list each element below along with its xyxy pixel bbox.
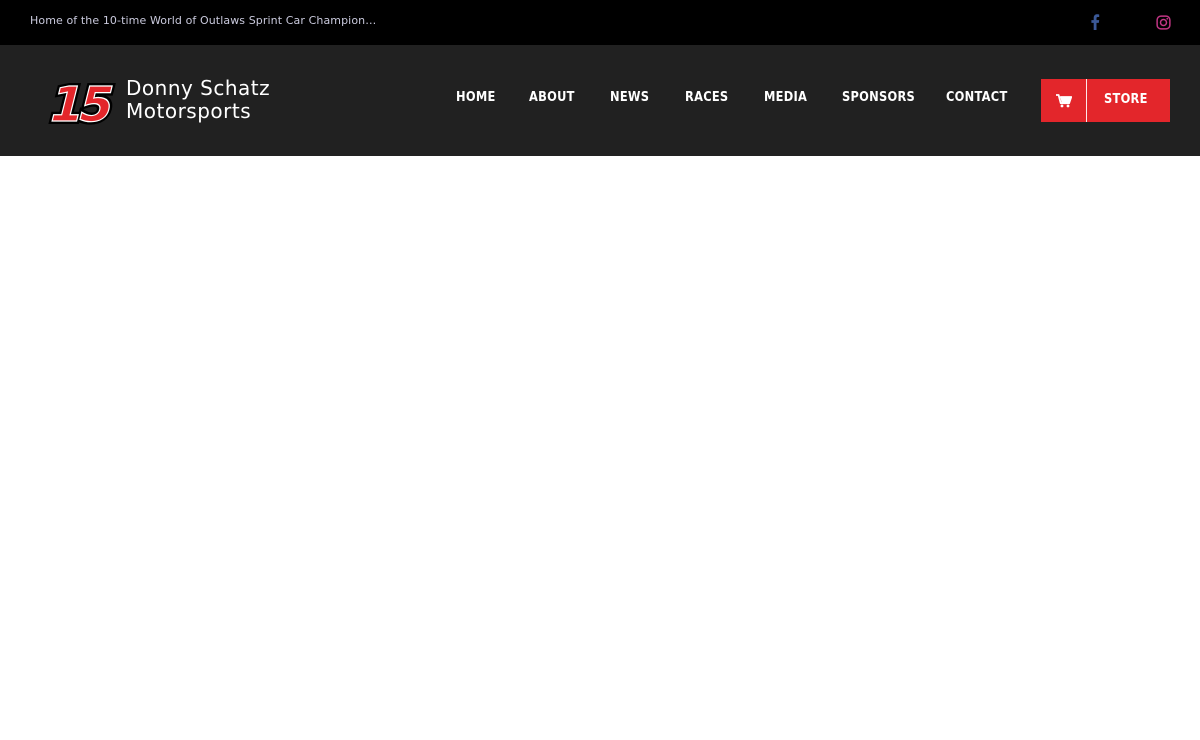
main-nav: HOME ABOUT NEWS RACES MEDIA SPONSORS CON… — [0, 90, 1200, 111]
instagram-icon — [1155, 14, 1171, 30]
nav-contact[interactable]: CONTACT — [946, 90, 1008, 105]
instagram-link[interactable] — [1154, 13, 1172, 31]
nav-about[interactable]: ABOUT — [529, 90, 575, 105]
store-icon-wrapper — [1041, 79, 1087, 122]
site-tagline: Home of the 10-time World of Outlaws Spr… — [30, 14, 377, 27]
cart-icon — [1055, 93, 1072, 107]
facebook-icon — [1091, 14, 1100, 30]
nav-media[interactable]: MEDIA — [764, 90, 807, 105]
nav-sponsors[interactable]: SPONSORS — [842, 90, 915, 105]
store-label: STORE — [1104, 92, 1148, 107]
nav-home[interactable]: HOME — [456, 90, 496, 105]
top-bar: Home of the 10-time World of Outlaws Spr… — [0, 0, 1200, 45]
main-content — [0, 156, 1200, 740]
site-header: 15 15 Donny Schatz Motorsports HOME ABOU… — [0, 45, 1200, 156]
facebook-link[interactable] — [1086, 13, 1104, 31]
nav-races[interactable]: RACES — [685, 90, 728, 105]
nav-news[interactable]: NEWS — [610, 90, 649, 105]
store-button[interactable]: STORE — [1041, 79, 1170, 122]
